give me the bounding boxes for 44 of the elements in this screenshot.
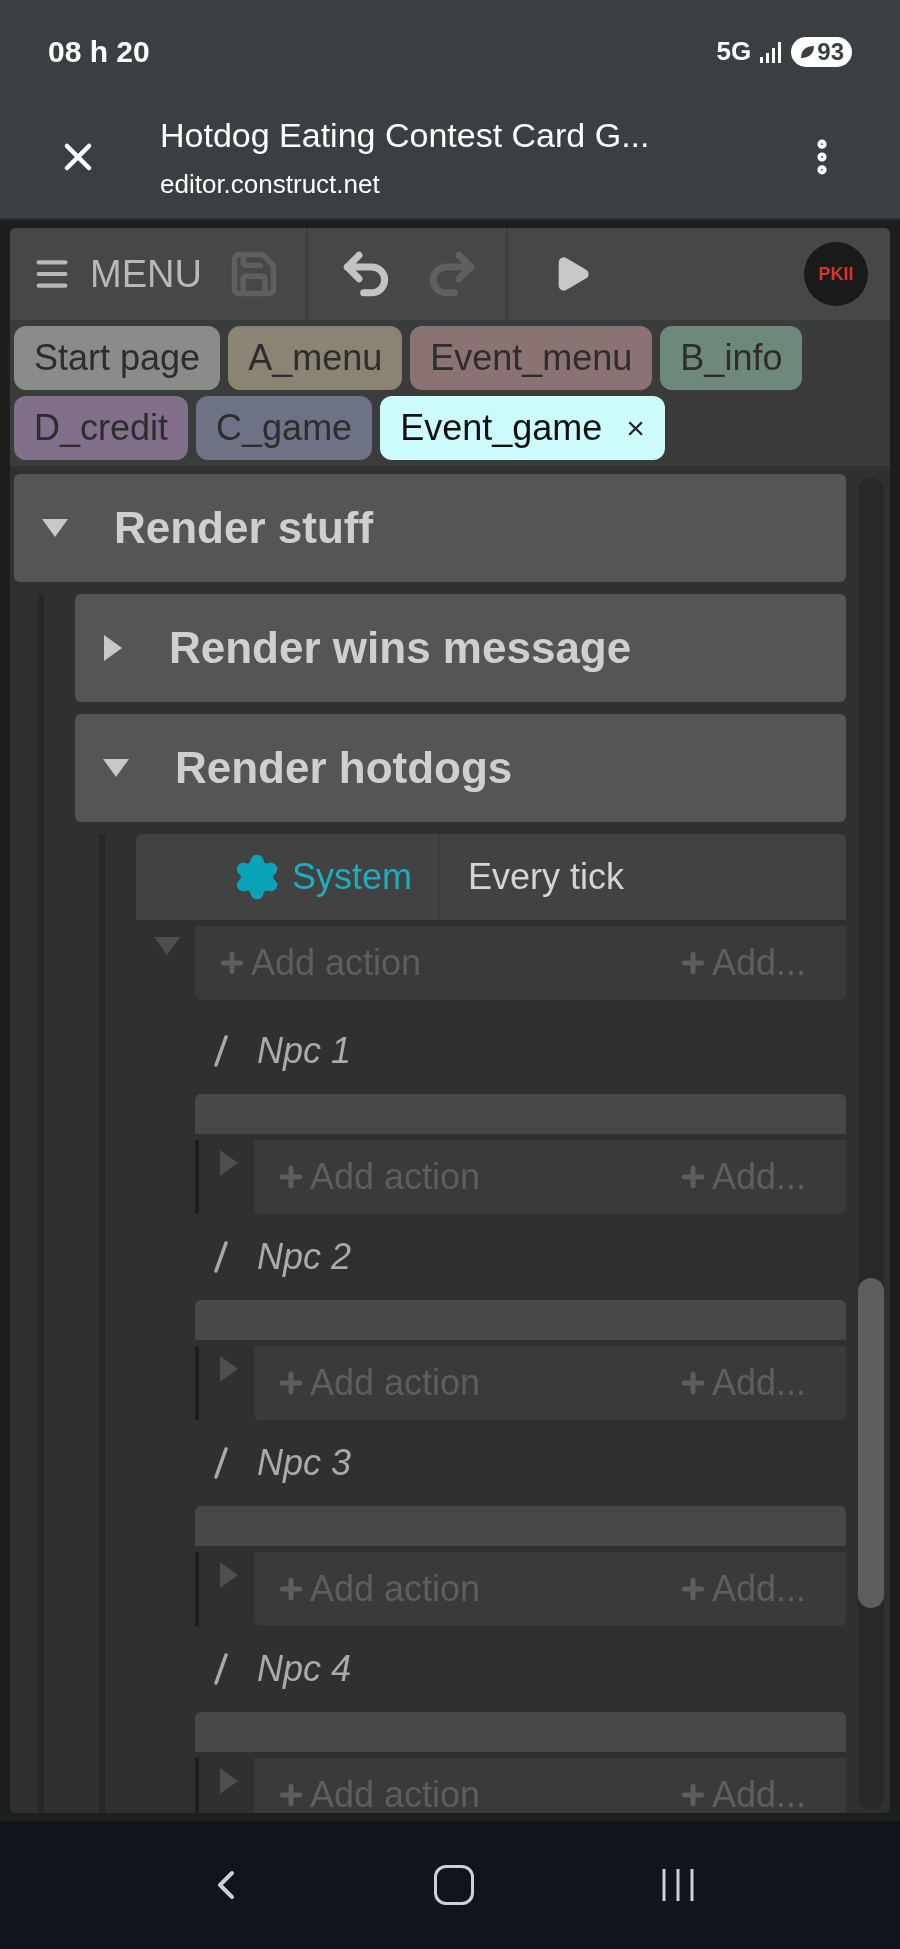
battery-indicator: 93: [791, 36, 852, 67]
comment-row[interactable]: Npc 1: [195, 1008, 846, 1094]
home-icon[interactable]: [434, 1865, 474, 1905]
comment-text: Npc 1: [257, 1029, 352, 1073]
group-header[interactable]: Render stuff: [14, 474, 846, 582]
sheet-tab[interactable]: Event_menu: [410, 326, 653, 390]
event-block[interactable]: System Every tick: [136, 834, 846, 920]
sheet-tab[interactable]: Start page: [14, 326, 221, 390]
comment-text: Npc 2: [257, 1235, 352, 1279]
sheet-tab[interactable]: C_game: [196, 396, 373, 460]
object-name: System: [291, 855, 412, 899]
event-bar[interactable]: [195, 1094, 846, 1134]
network-label: 5G: [716, 35, 752, 68]
comment-icon: [213, 1241, 229, 1273]
comment-text: Npc 4: [257, 1647, 352, 1691]
tab-close[interactable]: ×: [626, 404, 645, 452]
group-title: Render stuff: [114, 502, 374, 554]
comment-icon: [213, 1653, 229, 1685]
page-title: Hotdog Eating Contest Card G...: [160, 114, 651, 156]
menu-button[interactable]: MENU: [32, 245, 228, 303]
comment-row[interactable]: Npc 4: [195, 1626, 846, 1712]
group-title: Render wins message: [169, 622, 632, 674]
comment-icon: [213, 1035, 229, 1067]
comment-text: Npc 3: [257, 1441, 352, 1485]
user-avatar[interactable]: PKII: [804, 242, 868, 306]
comment-row[interactable]: Npc 3: [195, 1420, 846, 1506]
scrollbar-thumb[interactable]: [858, 1278, 884, 1608]
sheet-tab[interactable]: A_menu: [228, 326, 403, 390]
sheet-tab[interactable]: D_credit: [14, 396, 189, 460]
comment-row[interactable]: Npc 2: [195, 1214, 846, 1300]
event-bar[interactable]: [195, 1300, 846, 1340]
sheet-tab[interactable]: Event_game ×: [380, 396, 665, 460]
group-title: Render hotdogs: [175, 742, 513, 794]
condition-text: Every tick: [468, 855, 625, 899]
signal-icon: [759, 39, 784, 64]
leaf-icon: [799, 43, 816, 60]
sheet-tab[interactable]: B_info: [660, 326, 803, 390]
event-bar[interactable]: [195, 1712, 846, 1752]
status-time: 08 h 20: [48, 34, 150, 70]
event-bar[interactable]: [195, 1506, 846, 1546]
comment-icon: [213, 1447, 229, 1479]
group-header[interactable]: Render wins message: [75, 594, 846, 702]
page-url: editor.construct.net: [160, 167, 381, 201]
group-header[interactable]: Render hotdogs: [75, 714, 846, 822]
